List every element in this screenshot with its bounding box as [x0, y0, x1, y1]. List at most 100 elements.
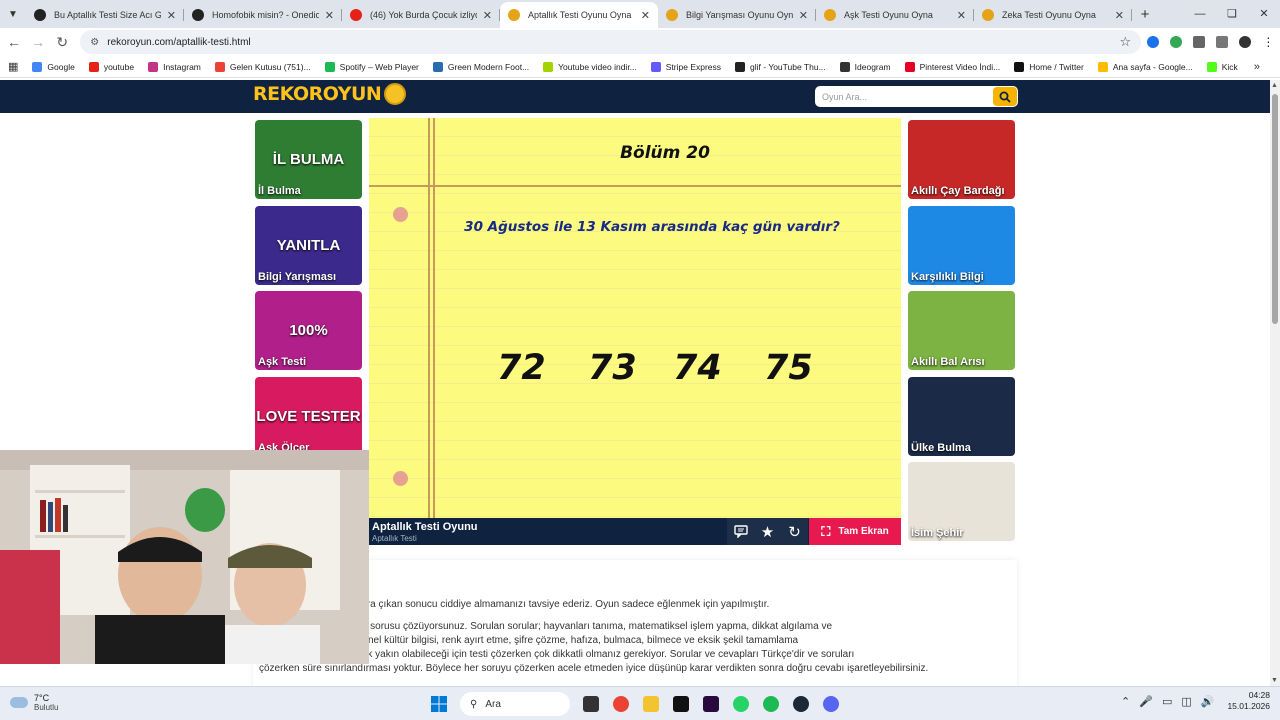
bookmark-favicon-icon: [543, 61, 554, 72]
bookmark-favicon-icon: [735, 61, 746, 72]
game-label: Akıllı Bal Arısı: [911, 356, 985, 368]
tab-search-icon[interactable]: ▼: [0, 0, 26, 28]
extensions-puzzle-icon[interactable]: [1187, 36, 1210, 48]
answer-option[interactable]: 75: [764, 348, 824, 388]
browser-tab[interactable]: Bilgi Yarışması Oyunu Oyna ✕: [658, 2, 816, 28]
bookmark-item[interactable]: Stripe Express: [650, 61, 721, 72]
microphone-icon[interactable]: 🎤: [1139, 695, 1153, 708]
game-canvas[interactable]: Bölüm 20 30 Ağustos ile 13 Kasım arasınd…: [369, 118, 901, 518]
fullscreen-label: Tam Ekran: [838, 526, 889, 537]
capcut-icon[interactable]: [666, 691, 696, 717]
clock-date: 15.01.2026: [1227, 701, 1270, 711]
game-thumbnail[interactable]: Karşılıklı Bilgi: [908, 205, 1015, 285]
bookmark-item[interactable]: youtube: [88, 61, 134, 72]
extension-icon[interactable]: [1164, 36, 1187, 48]
browser-tab[interactable]: Zeka Testi Oyunu Oyna ✕: [974, 2, 1132, 28]
new-tab-button[interactable]: +: [1132, 2, 1158, 28]
search-button[interactable]: [993, 87, 1017, 106]
bookmark-item[interactable]: Home / Twitter: [1014, 61, 1084, 72]
bookmark-item[interactable]: Google: [32, 61, 75, 72]
bookmark-favicon-icon: [32, 61, 43, 72]
bookmark-label: Gelen Kutusu (751)...: [229, 61, 311, 72]
file-explorer-icon[interactable]: [636, 691, 666, 717]
bookmark-item[interactable]: Ana sayfa - Google...: [1097, 61, 1193, 72]
sidebar-icon[interactable]: [1211, 36, 1234, 48]
bookmark-item[interactable]: Spotify – Web Player: [324, 61, 419, 72]
weather-widget[interactable]: 7°C Bulutlu: [10, 693, 58, 712]
bookmark-item[interactable]: Pinterest Video İndi...: [904, 61, 1000, 72]
whatsapp-icon[interactable]: [726, 691, 756, 717]
task-view-icon[interactable]: [576, 691, 606, 717]
premiere-icon[interactable]: [696, 691, 726, 717]
scrollbar-thumb[interactable]: [1272, 94, 1278, 324]
comment-button[interactable]: [727, 518, 754, 545]
bookmark-item[interactable]: Ideogram: [839, 61, 891, 72]
favorite-button[interactable]: ★: [754, 518, 781, 545]
bookmark-item[interactable]: glif - YouTube Thu...: [735, 61, 826, 72]
minimize-icon[interactable]: —: [1184, 0, 1216, 28]
steam-icon[interactable]: [786, 691, 816, 717]
discord-icon[interactable]: [816, 691, 846, 717]
extension-icon[interactable]: [1141, 36, 1164, 48]
search-input[interactable]: [815, 91, 993, 102]
monitor-icon[interactable]: ▭: [1162, 695, 1172, 708]
close-tab-icon[interactable]: ✕: [1115, 9, 1124, 22]
game-thumbnail[interactable]: İsim Şehir: [908, 462, 1015, 541]
forward-icon[interactable]: →: [26, 34, 50, 50]
bookmark-item[interactable]: Instagram: [148, 61, 201, 72]
browser-tab[interactable]: Aptallık Testi Oyunu Oyna ✕: [500, 2, 658, 28]
answer-option[interactable]: 72: [497, 348, 588, 388]
fullscreen-button[interactable]: ⛶ Tam Ekran: [809, 518, 901, 545]
start-windows-icon[interactable]: [424, 691, 454, 717]
bookmark-item[interactable]: Gelen Kutusu (751)...: [214, 61, 311, 72]
browser-tab[interactable]: (46) Yok Burda Çocuk izliyor ya ✕: [342, 2, 500, 28]
apps-grid-icon[interactable]: ▦: [8, 60, 18, 73]
spotify-icon[interactable]: [756, 691, 786, 717]
game-thumbnail[interactable]: Akıllı Bal Arısı: [908, 291, 1015, 370]
answer-option[interactable]: 74: [673, 348, 764, 388]
game-thumbnail[interactable]: YANITLA Bilgi Yarışması: [255, 205, 362, 285]
close-tab-icon[interactable]: ✕: [483, 9, 492, 22]
game-thumbnail[interactable]: Akıllı Çay Bardağı: [908, 120, 1015, 199]
chrome-icon[interactable]: [606, 691, 636, 717]
network-icon[interactable]: ◫: [1181, 695, 1191, 708]
game-thumbnail[interactable]: LOVE TESTER Aşk Ölçer: [255, 376, 362, 456]
answer-option[interactable]: 73: [588, 348, 673, 388]
address-bar[interactable]: ⚙ rekoroyun.com/aptallik-testi.html ☆: [80, 30, 1142, 54]
site-logo[interactable]: REKOROYUN: [253, 83, 407, 105]
close-tab-icon[interactable]: ✕: [641, 9, 650, 22]
site-info-icon[interactable]: ⚙: [90, 37, 99, 48]
page-scrollbar[interactable]: ▲ ▼: [1270, 80, 1280, 686]
profile-avatar-icon[interactable]: [1234, 36, 1257, 48]
browser-tab[interactable]: Homofobik misin? - Onedio ✕: [184, 2, 342, 28]
volume-icon[interactable]: 🔊: [1201, 695, 1215, 708]
restore-icon[interactable]: ❏: [1216, 0, 1248, 28]
close-tab-icon[interactable]: ✕: [799, 9, 808, 22]
back-icon[interactable]: ←: [2, 34, 26, 50]
game-thumbnail[interactable]: Ülke Bulma: [908, 376, 1015, 456]
close-tab-icon[interactable]: ✕: [167, 9, 176, 22]
thumbnail-art-text: 100%: [289, 322, 328, 339]
bookmark-star-icon[interactable]: ☆: [1120, 34, 1132, 50]
menu-dots-icon[interactable]: ⋮: [1257, 35, 1280, 49]
close-window-icon[interactable]: ✕: [1248, 0, 1280, 28]
reload-icon[interactable]: ↻: [50, 34, 74, 51]
browser-tab[interactable]: Aşk Testi Oyunu Oyna ✕: [816, 2, 974, 28]
browser-tab[interactable]: Bu Aptallık Testi Size Acı Gerçe ✕: [26, 2, 184, 28]
question-text: 30 Ağustos ile 13 Kasım arasında kaç gün…: [464, 219, 840, 235]
bookmark-item[interactable]: Green Modern Foot...: [432, 61, 529, 72]
close-tab-icon[interactable]: ✕: [325, 9, 334, 22]
bookmark-label: Ideogram: [854, 61, 891, 72]
scroll-down-icon[interactable]: ▼: [1271, 677, 1278, 684]
restart-button[interactable]: ↻: [781, 518, 808, 545]
scroll-up-icon[interactable]: ▲: [1271, 82, 1278, 89]
bookmark-item[interactable]: Kick: [1206, 61, 1238, 72]
game-thumbnail[interactable]: 100% Aşk Testi: [255, 291, 362, 370]
chevron-up-icon[interactable]: ⌃: [1121, 695, 1130, 708]
taskbar-search[interactable]: ⚲ Ara: [460, 692, 570, 716]
clock[interactable]: 04:28 15.01.2026: [1227, 690, 1270, 712]
game-thumbnail[interactable]: İL BULMA İl Bulma: [255, 120, 362, 199]
more-bookmarks-icon[interactable]: »: [1254, 61, 1260, 73]
bookmark-item[interactable]: Youtube video indir...: [543, 61, 637, 72]
close-tab-icon[interactable]: ✕: [957, 9, 966, 22]
